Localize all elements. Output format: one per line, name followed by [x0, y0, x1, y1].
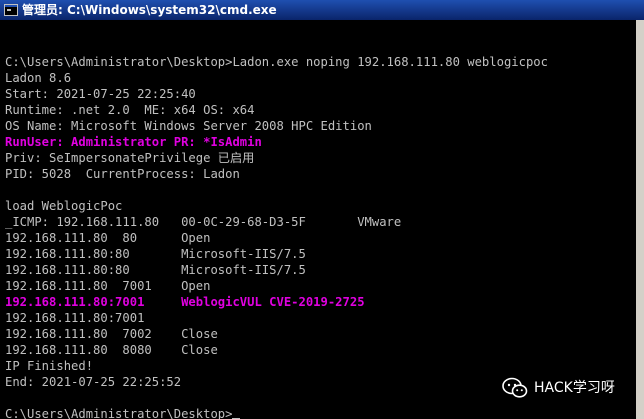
cmd-window: 管理员: C:\Windows\system32\cmd.exe C:\User…	[0, 0, 644, 419]
console-line: Runtime: .net 2.0 ME: x64 OS: x64	[5, 103, 255, 117]
console-line: RunUser: Administrator PR: *IsAdmin	[5, 135, 262, 149]
console-line: load WeblogicPoc	[5, 199, 123, 213]
console-line: 192.168.111.80:80 Microsoft-IIS/7.5	[5, 247, 306, 261]
console-line: Ladon 8.6	[5, 71, 72, 85]
console-line: 192.168.111.80 7001 Open	[5, 279, 211, 293]
console-line: C:\Users\Administrator\Desktop>	[5, 406, 635, 419]
console-line: Priv: SeImpersonatePrivilege 已启用	[5, 151, 255, 165]
console-line: C:\Users\Administrator\Desktop>Ladon.exe…	[5, 55, 548, 69]
console-line: 192.168.111.80:80 Microsoft-IIS/7.5	[5, 263, 306, 277]
vertical-scrollbar[interactable]	[636, 20, 644, 419]
console-line: 192.168.111.80:7001 WeblogicVUL CVE-2019…	[5, 295, 365, 309]
console-line: _ICMP: 192.168.111.80 00-0C-29-68-D3-5F …	[5, 215, 402, 229]
console-output[interactable]: C:\Users\Administrator\Desktop>Ladon.exe…	[5, 22, 635, 419]
console-line: IP Finished!	[5, 359, 94, 373]
console-line: Start: 2021-07-25 22:25:40	[5, 87, 196, 101]
console-line: 192.168.111.80 7002 Close	[5, 327, 218, 341]
console-line: 192.168.111.80:7001	[5, 311, 145, 325]
console-line: OS Name: Microsoft Windows Server 2008 H…	[5, 119, 372, 133]
cmd-prompt-icon[interactable]	[4, 4, 18, 16]
console-line: PID: 5028 CurrentProcess: Ladon	[5, 167, 240, 181]
wechat-icon	[502, 377, 528, 398]
console-line: 192.168.111.80 8080 Close	[5, 343, 218, 357]
window-title: 管理员: C:\Windows\system32\cmd.exe	[22, 3, 277, 17]
watermark: HACK学习呀	[502, 376, 615, 400]
watermark-text: HACK学习呀	[534, 380, 615, 396]
title-bar[interactable]: 管理员: C:\Windows\system32\cmd.exe	[0, 0, 644, 20]
console-line: 192.168.111.80 80 Open	[5, 231, 211, 245]
